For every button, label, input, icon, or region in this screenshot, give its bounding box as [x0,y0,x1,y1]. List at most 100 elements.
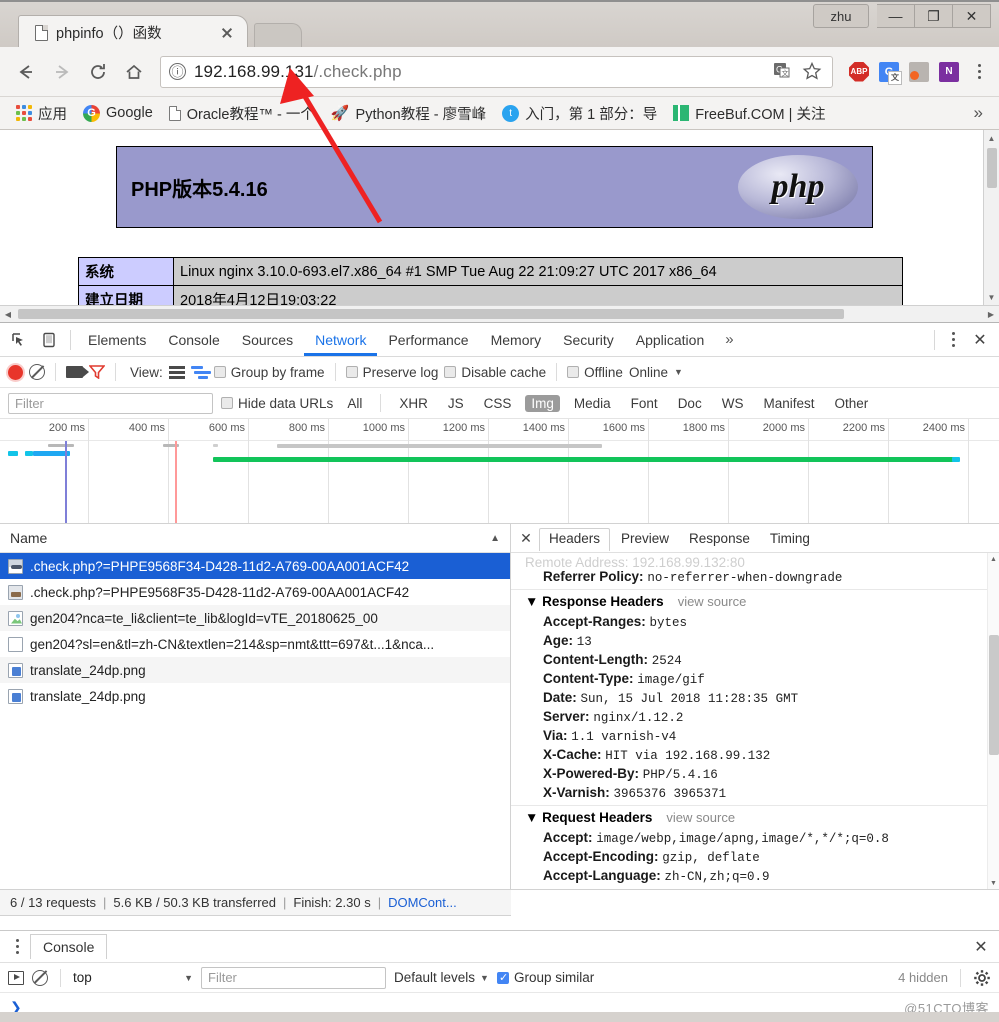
tab-preview[interactable]: Preview [612,529,678,548]
tab-timing[interactable]: Timing [761,529,819,548]
disable-cache-option[interactable]: Disable cache [444,365,546,380]
disable-cache-checkbox[interactable] [444,366,457,378]
group-similar-checkbox[interactable] [496,971,509,984]
scroll-right-icon[interactable]: ▶ [983,306,999,322]
page-vertical-scrollbar[interactable]: ▲ ▼ [983,130,999,305]
bookmark-intro[interactable]: t 入门，第 1 部分：导 [496,100,663,127]
new-tab-button[interactable] [254,23,302,49]
network-timeline-overview[interactable]: 200 ms 400 ms 600 ms 800 ms 1000 ms 1200… [0,419,999,524]
details-scrollbar[interactable]: ▲ ▼ [987,553,999,889]
filter-type-css[interactable]: CSS [478,395,518,412]
close-devtools-button[interactable]: ✕ [965,326,995,354]
filter-type-img[interactable]: Img [525,394,560,412]
maximize-button[interactable]: ❐ [915,4,953,28]
group-by-frame-checkbox[interactable] [213,366,226,378]
request-headers-section[interactable]: ▼ Request Headers view source [511,805,999,828]
filter-type-doc[interactable]: Doc [672,395,708,412]
tab-security[interactable]: Security [552,323,625,356]
filter-type-xhr[interactable]: XHR [393,395,434,412]
inspect-element-icon[interactable] [4,326,34,354]
bookmark-apps[interactable]: 应用 [10,100,73,127]
onenote-extension-icon[interactable]: N [937,60,961,84]
page-horizontal-scrollbar[interactable]: ◀ ▶ [0,305,999,322]
bookmarks-overflow-icon[interactable]: » [968,103,989,123]
scroll-down-icon[interactable]: ▼ [984,289,999,305]
sort-ascending-icon[interactable]: ▲ [490,533,500,544]
translate-icon[interactable]: G文 [772,61,794,83]
bookmark-oracle[interactable]: Oracle教程™ - 一个 [163,100,321,127]
table-row[interactable]: .check.php?=PHPE9568F34-D428-11d2-A769-0… [0,553,510,579]
pocket-extension-icon[interactable] [907,60,931,84]
bookmark-star-icon[interactable] [802,61,824,83]
headers-list[interactable]: Remote Address: 192.168.99.132:80 Referr… [511,553,999,889]
filter-input[interactable] [8,392,213,414]
gear-icon[interactable] [973,969,991,987]
scrollbar-thumb[interactable] [989,635,999,755]
reload-button[interactable] [80,54,116,90]
hide-data-urls-option[interactable]: Hide data URLs [221,396,333,411]
group-similar-option[interactable]: Group similar [496,970,594,985]
tab-response[interactable]: Response [680,529,759,548]
log-levels-selector[interactable]: Default levels ▼ [394,970,489,985]
table-row[interactable]: .check.php?=PHPE9568F35-D428-11d2-A769-0… [0,579,510,605]
site-info-icon[interactable]: ⓘ [169,63,186,80]
execution-context-icon[interactable] [8,970,24,985]
scroll-down-icon[interactable]: ▼ [988,877,999,889]
tab-headers[interactable]: Headers [539,527,611,551]
table-row[interactable]: gen204?nca=te_li&client=te_lib&logId=vTE… [0,605,510,631]
tab-application[interactable]: Application [625,323,716,356]
tab-memory[interactable]: Memory [480,323,553,356]
view-source-link[interactable]: view source [666,810,735,825]
close-drawer-button[interactable]: ✕ [967,934,995,960]
offline-checkbox[interactable] [567,366,580,378]
clear-icon[interactable] [29,364,45,380]
tab-sources[interactable]: Sources [231,323,304,356]
tab-performance[interactable]: Performance [377,323,479,356]
preserve-log-checkbox[interactable] [345,366,358,378]
bookmark-python[interactable]: 🚀 Python教程 - 廖雪峰 [325,100,492,127]
waterfall-view-icon[interactable] [190,365,212,379]
record-button[interactable] [8,364,23,380]
list-view-icon[interactable] [168,365,185,379]
close-icon[interactable] [219,25,235,41]
scrollbar-thumb[interactable] [987,148,997,188]
filter-type-ws[interactable]: WS [716,395,750,412]
table-row[interactable]: gen204?sl=en&tl=zh-CN&textlen=214&sp=nmt… [0,631,510,657]
close-details-icon[interactable]: ✕ [515,527,537,549]
filter-type-js[interactable]: JS [442,395,470,412]
adblock-plus-icon[interactable]: ABP [847,60,871,84]
close-window-button[interactable]: ✕ [953,4,991,28]
back-button[interactable] [8,54,44,90]
google-translate-extension-icon[interactable]: G [877,60,902,85]
capture-screenshots-icon[interactable] [66,366,89,378]
offline-option[interactable]: Offline [567,365,623,380]
context-selector[interactable]: top ▼ [73,970,193,985]
browser-tab[interactable]: phpinfo（）函数 [18,15,248,49]
address-bar[interactable]: ⓘ 192.168.99.131/.check.php G文 [160,55,833,88]
requests-header[interactable]: Name ▲ [0,524,510,553]
toggle-device-toolbar-icon[interactable] [34,326,64,354]
bookmark-google[interactable]: G Google [77,102,159,125]
table-row[interactable]: translate_24dp.png [0,657,510,683]
tab-console[interactable]: Console [30,934,108,959]
devtools-menu-icon[interactable] [941,327,965,353]
filter-type-manifest[interactable]: Manifest [757,395,820,412]
scroll-up-icon[interactable]: ▲ [988,553,999,565]
group-by-frame-option[interactable]: Group by frame [213,365,325,380]
filter-type-font[interactable]: Font [625,395,664,412]
filter-type-media[interactable]: Media [568,395,617,412]
chevron-down-icon[interactable]: ▼ [674,367,683,377]
tab-elements[interactable]: Elements [77,323,157,356]
filter-type-all[interactable]: All [341,395,368,412]
chrome-menu-icon[interactable] [967,59,991,85]
view-source-link[interactable]: view source [678,594,747,609]
clear-console-icon[interactable] [32,969,48,986]
console-filter-input[interactable] [201,966,386,989]
hide-data-urls-checkbox[interactable] [221,397,233,409]
preserve-log-option[interactable]: Preserve log [345,365,438,380]
response-headers-section[interactable]: ▼ Response Headers view source [511,589,999,612]
scroll-left-icon[interactable]: ◀ [0,306,16,322]
tab-network[interactable]: Network [304,323,377,356]
table-row[interactable]: translate_24dp.png [0,683,510,709]
throttling-value[interactable]: Online [629,365,668,380]
